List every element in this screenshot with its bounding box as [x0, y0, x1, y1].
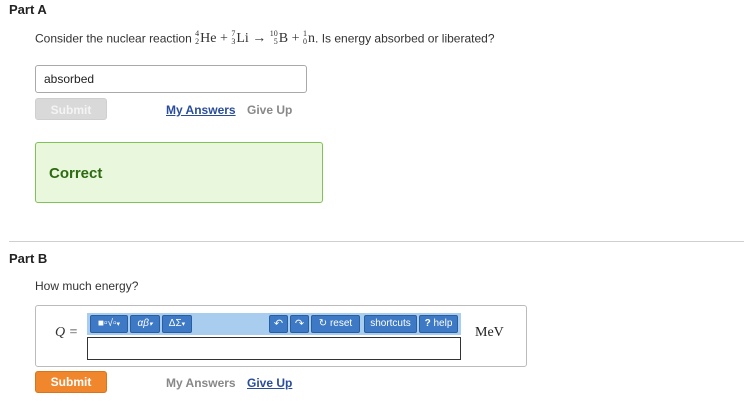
part-a-answer-input[interactable]: absorbed [35, 65, 307, 93]
chevron-down-icon: ▾ [116, 321, 121, 328]
part-b-answer-input[interactable] [87, 337, 461, 360]
part-b-submit-button[interactable]: Submit [35, 371, 107, 393]
part-b-question: How much energy? [35, 279, 139, 293]
question-prefix: Consider the nuclear reaction [35, 31, 192, 46]
chevron-down-icon: ▾ [181, 321, 186, 328]
templates-icon: ■▫√▫ [97, 318, 117, 329]
plus-sign: + [291, 31, 300, 47]
feedback-box: Correct [35, 142, 323, 203]
reset-icon: ↻ [318, 318, 328, 329]
shortcuts-button[interactable]: shortcuts [364, 315, 417, 333]
help-button[interactable]: ? help [419, 315, 458, 333]
reaction-arrow: → [252, 31, 267, 47]
part-b-my-answers-link[interactable]: My Answers [166, 376, 236, 390]
part-a-my-answers-link[interactable]: My Answers [166, 103, 236, 117]
plus-sign: + [219, 31, 228, 47]
symbols-button[interactable]: ΔΣ▾ [162, 315, 192, 333]
part-a-submit-button[interactable]: Submit [35, 98, 107, 120]
redo-icon: ↷ [294, 318, 305, 330]
reset-button[interactable]: ↻ reset [311, 315, 360, 333]
help-icon: ? [424, 318, 431, 329]
product-boron: 10 5 B [269, 29, 289, 47]
reactant-lithium: 7 3 Li [231, 29, 249, 47]
part-a-title: Part A [9, 2, 47, 17]
chevron-down-icon: ▾ [148, 321, 153, 328]
greek-letters-button[interactable]: αβ▾ [130, 315, 160, 333]
editor-toolbar: ■▫√▫▾ αβ▾ ΔΣ▾ ↶ ↷ ↻ reset shortcuts ? he… [87, 313, 461, 335]
reactant-helium: 4 2 He [195, 29, 217, 47]
question-suffix: . Is energy absorbed or liberated? [315, 31, 495, 46]
nuclear-reaction: 4 2 He + 7 3 Li → 10 5 B + 10n [195, 29, 316, 47]
templates-button[interactable]: ■▫√▫▾ [90, 315, 128, 333]
redo-button[interactable]: ↷ [290, 315, 309, 333]
part-a-question: Consider the nuclear reaction 4 2 He + 73L… [35, 29, 495, 47]
undo-icon: ↶ [273, 318, 284, 330]
part-a-give-up-link[interactable]: Give Up [247, 103, 292, 117]
part-b-title: Part B [9, 251, 48, 266]
undo-button[interactable]: ↶ [269, 315, 288, 333]
variable-label: Q = [55, 325, 79, 340]
section-divider [9, 241, 744, 242]
part-b-give-up-link[interactable]: Give Up [247, 376, 292, 390]
product-neutron: 10n [303, 29, 316, 47]
feedback-correct-text: Correct [49, 165, 103, 182]
unit-label: MeV [475, 325, 504, 340]
